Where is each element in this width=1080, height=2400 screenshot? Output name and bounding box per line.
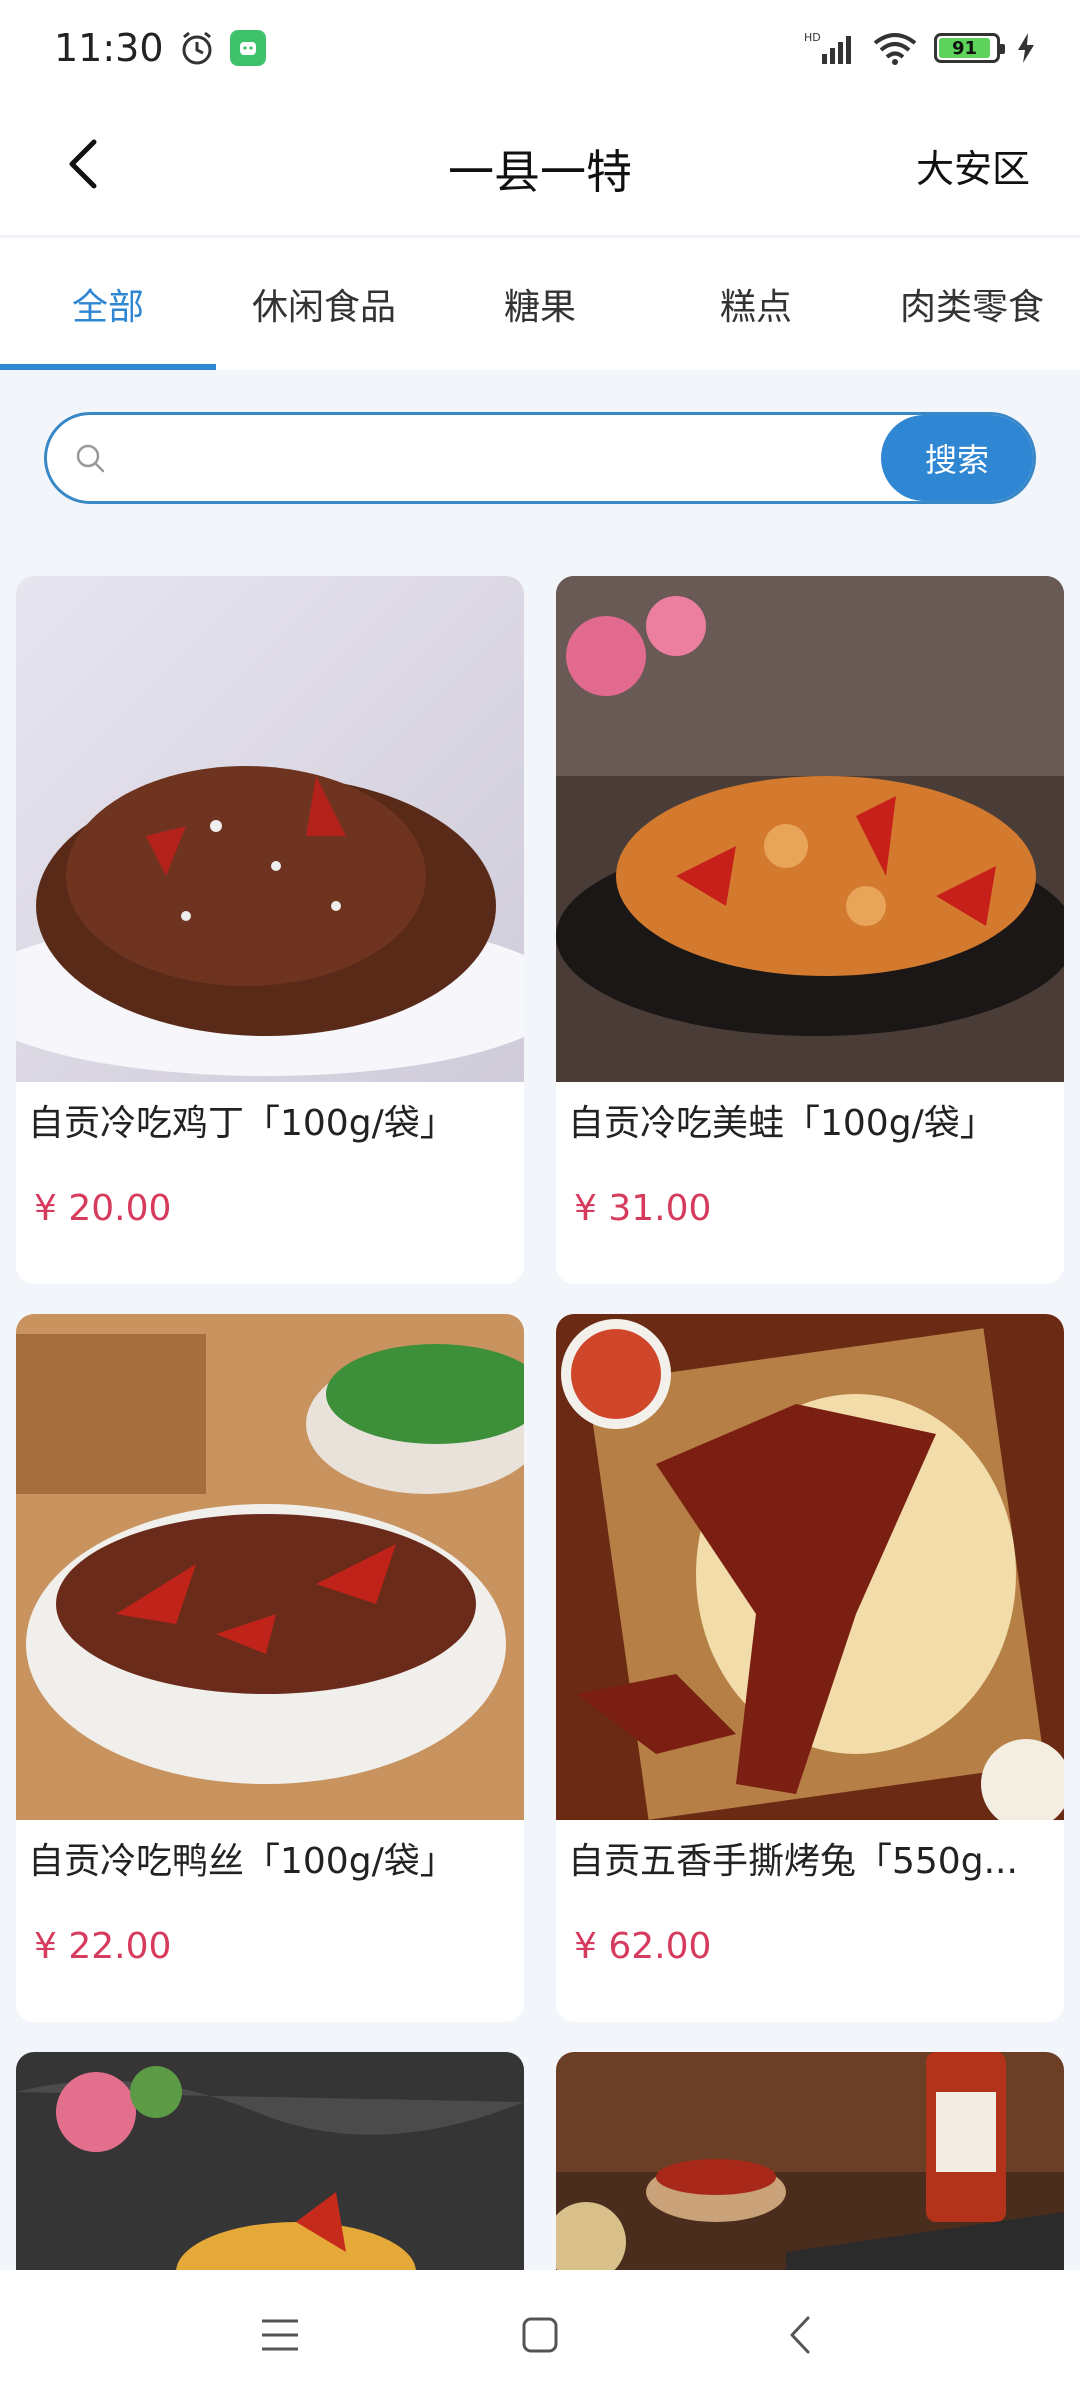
alarm-icon xyxy=(182,31,212,65)
product-image xyxy=(16,1314,524,1820)
region-selector[interactable]: 大安区 xyxy=(916,138,1030,193)
product-image xyxy=(556,576,1064,1082)
product-card[interactable] xyxy=(556,2052,1064,2272)
battery-icon: 91 xyxy=(934,33,1005,63)
product-price: ¥ 22.00 xyxy=(34,1926,172,1967)
product-price: ¥ 62.00 xyxy=(574,1926,712,1967)
home-button[interactable] xyxy=(510,2305,570,2365)
charging-icon xyxy=(1018,33,1034,63)
home-square-icon xyxy=(522,2317,558,2353)
back-arrow-icon xyxy=(790,2316,810,2354)
product-title: 自贡五香手撕烤兔「550g... xyxy=(568,1841,1018,1882)
product-price: ¥ 20.00 xyxy=(34,1188,172,1229)
search-bar: 搜索 xyxy=(44,412,1036,504)
search-input[interactable] xyxy=(107,415,881,501)
system-back-button[interactable] xyxy=(770,2305,830,2365)
product-title: 自贡冷吃鸭丝「100g/袋」 xyxy=(28,1841,456,1882)
product-grid: 自贡冷吃鸡丁「100g/袋」 ¥ 20.00 自贡冷吃美蛙「100g/袋」 ¥ … xyxy=(16,576,1064,2272)
tab-pastry[interactable]: 糕点 xyxy=(648,238,864,370)
status-bar: 11:30 HD 91 xyxy=(0,0,1080,96)
product-image xyxy=(16,2052,524,2272)
signal-icon: HD xyxy=(804,31,851,64)
status-left: 11:30 xyxy=(54,26,266,70)
tab-meat-snacks[interactable]: 肉类零食 xyxy=(864,238,1080,370)
app-notification-icon xyxy=(229,30,266,66)
status-right: HD 91 xyxy=(804,30,1036,66)
product-title: 自贡冷吃美蛙「100g/袋」 xyxy=(568,1103,996,1144)
tab-all[interactable]: 全部 xyxy=(0,238,216,370)
svg-text:HD: HD xyxy=(804,31,821,44)
product-card[interactable]: 自贡冷吃鸭丝「100g/袋」 ¥ 22.00 xyxy=(16,1314,524,2022)
wifi-icon xyxy=(873,33,917,65)
search-icon xyxy=(76,444,105,473)
product-card[interactable]: 自贡冷吃鸡丁「100g/袋」 ¥ 20.00 xyxy=(16,576,524,1284)
product-title: 自贡冷吃鸡丁「100g/袋」 xyxy=(28,1103,456,1144)
menu-button[interactable] xyxy=(250,2305,310,2365)
tab-snacks[interactable]: 休闲食品 xyxy=(216,238,432,370)
system-nav-bar xyxy=(0,2270,1080,2400)
product-card[interactable] xyxy=(16,2052,524,2272)
product-image xyxy=(16,576,524,1082)
menu-icon xyxy=(262,2319,298,2351)
product-image xyxy=(556,1314,1064,1820)
battery-level: 91 xyxy=(939,38,990,59)
product-price: ¥ 31.00 xyxy=(574,1188,712,1229)
app-header: 一县一特 大安区 xyxy=(0,96,1080,236)
product-card[interactable]: 自贡冷吃美蛙「100g/袋」 ¥ 31.00 xyxy=(556,576,1064,1284)
product-image xyxy=(556,2052,1064,2272)
product-card[interactable]: 自贡五香手撕烤兔「550g... ¥ 62.00 xyxy=(556,1314,1064,2022)
tab-candy[interactable]: 糖果 xyxy=(432,238,648,370)
status-time: 11:30 xyxy=(54,26,164,70)
search-button[interactable]: 搜索 xyxy=(881,415,1033,501)
category-tabs: 全部 休闲食品 糖果 糕点 肉类零食 xyxy=(0,238,1080,370)
